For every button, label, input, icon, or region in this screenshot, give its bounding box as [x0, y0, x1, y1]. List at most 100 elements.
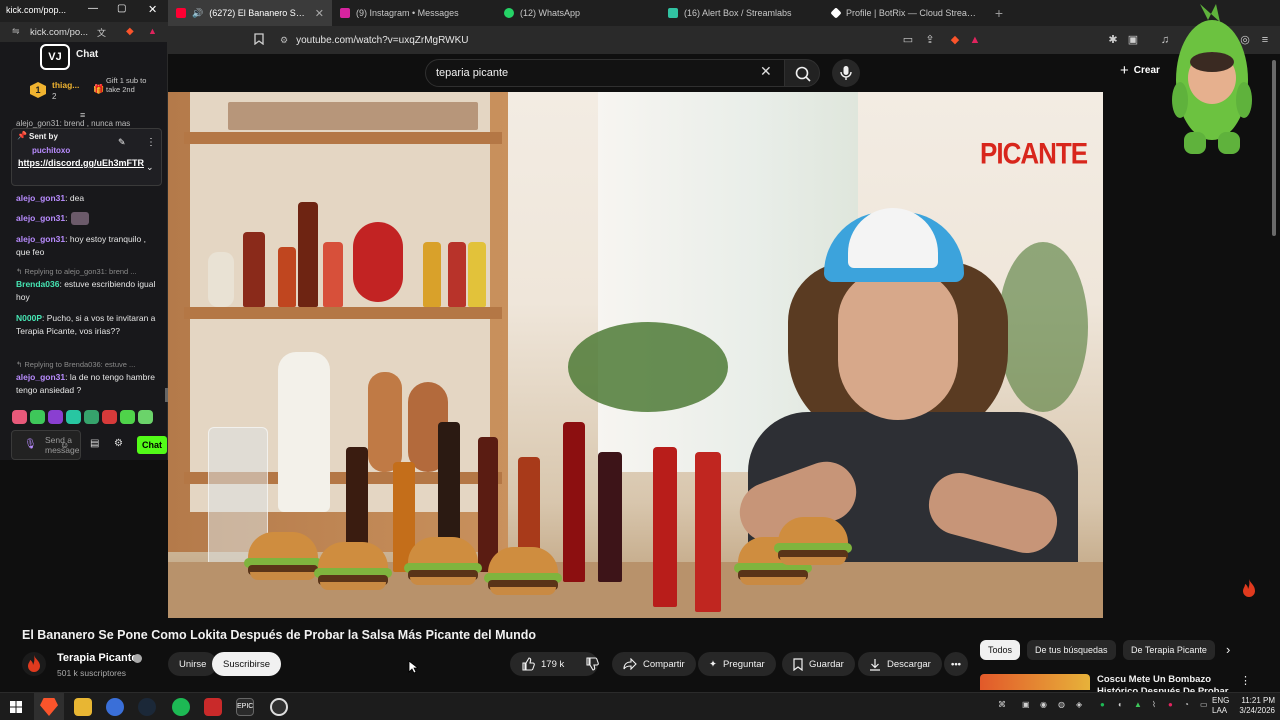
maximize-icon[interactable]: ▢	[117, 3, 126, 14]
menu-icon[interactable]: ≡	[1258, 33, 1272, 47]
close-tab-icon[interactable]: ✕	[315, 7, 324, 20]
chat-scrollbar[interactable]	[165, 388, 168, 402]
brave-shield-icon[interactable]: ◆	[948, 33, 962, 47]
chat-username[interactable]: alejo_gon31	[16, 193, 65, 203]
emoji-picker-icon[interactable]: ☺	[60, 440, 69, 450]
spotify-icon[interactable]	[172, 698, 190, 716]
extensions-icon[interactable]: ✱	[1106, 33, 1120, 47]
close-window-icon[interactable]: ✕	[148, 3, 157, 16]
emote-icon[interactable]	[66, 410, 81, 424]
chat-username[interactable]: N000P	[16, 313, 42, 323]
chat-username[interactable]: alejo_gon31	[16, 234, 65, 244]
clear-search-icon[interactable]: ✕	[760, 63, 772, 80]
translate-icon[interactable]: 文	[97, 26, 106, 39]
tab-botrix[interactable]: Profile | BotRix — Cloud Streaming B	[824, 0, 988, 26]
tray-app-icon[interactable]: ●	[1168, 700, 1173, 709]
brave-shield-icon[interactable]: ◆	[126, 26, 134, 37]
tray-app-icon[interactable]: ▣	[1022, 700, 1030, 709]
send-chat-button[interactable]: Chat	[137, 436, 167, 454]
emote-icon[interactable]	[48, 410, 63, 424]
chrome-icon[interactable]	[106, 698, 124, 716]
file-explorer-icon[interactable]	[74, 698, 92, 716]
new-tab-button[interactable]: +	[988, 5, 1010, 21]
tab-instagram[interactable]: (9) Instagram • Messages	[332, 0, 496, 26]
share-button[interactable]: Compartir	[612, 652, 696, 676]
recommended-thumbnail[interactable]	[980, 674, 1090, 690]
ask-button[interactable]: ✦ Preguntar	[698, 652, 776, 676]
tray-app-icon[interactable]: ◍	[1058, 700, 1065, 709]
pin-action-icon[interactable]: ✎	[118, 137, 126, 148]
tray-app-icon[interactable]: ◐	[1118, 700, 1123, 709]
address-bar[interactable]: ⚙ youtube.com/watch?v=uxqZrMgRWKU	[272, 29, 1032, 51]
network-icon[interactable]: ⌇	[1152, 700, 1156, 709]
share-icon[interactable]: ⇪	[923, 33, 937, 47]
battery-icon[interactable]: ▭	[1200, 700, 1208, 709]
obs-icon[interactable]	[270, 698, 288, 716]
chevron-right-icon[interactable]: ›	[1226, 642, 1230, 657]
taskbar-clock[interactable]: 11:21 PM 3/24/2026	[1237, 696, 1275, 716]
channel-name[interactable]: Terapia Picante	[57, 652, 138, 664]
emote-icon[interactable]	[102, 410, 117, 424]
tab-streamlabs[interactable]: (16) Alert Box / Streamlabs	[660, 0, 824, 26]
voice-search-button[interactable]	[832, 59, 860, 87]
bookmark-icon[interactable]	[252, 33, 266, 47]
search-input[interactable]: teparia picante	[425, 59, 791, 87]
join-button[interactable]: Unirse	[168, 652, 218, 676]
more-actions-button[interactable]: •••	[944, 652, 968, 676]
app-icon[interactable]	[204, 698, 222, 716]
speaker-icon[interactable]: 🔊	[192, 8, 203, 19]
spotify-tray-icon[interactable]: ●	[1100, 700, 1105, 709]
kick-address-bar[interactable]: ⇋ kick.com/po... 文 ◆ ▲	[0, 22, 168, 42]
minimize-icon[interactable]: —	[88, 3, 98, 14]
copilot-icon[interactable]: ⌘	[998, 700, 1006, 709]
chip-from-channel[interactable]: De Terapia Picante	[1123, 640, 1215, 660]
chevron-down-icon[interactable]: ⌄	[146, 162, 154, 173]
microphone-icon[interactable]: 🎙	[24, 439, 37, 450]
more-vertical-icon[interactable]: ⋮	[1240, 674, 1251, 687]
subscribe-button[interactable]: Suscribirse	[212, 652, 281, 676]
emote-icon[interactable]	[12, 410, 27, 424]
volume-icon[interactable]: ◔	[1184, 700, 1189, 709]
tray-app-icon[interactable]: ▲	[1134, 700, 1142, 709]
tab-whatsapp[interactable]: (12) WhatsApp	[496, 0, 660, 26]
chat-username[interactable]: alejo_gon31	[16, 213, 65, 223]
emote-icon[interactable]	[138, 410, 153, 424]
search-button[interactable]	[784, 59, 820, 87]
channel-avatar[interactable]	[22, 652, 46, 676]
emote-icon[interactable]	[120, 410, 135, 424]
language-indicator[interactable]: ENG LAA	[1212, 696, 1229, 716]
emote-icon[interactable]	[84, 410, 99, 424]
kick-channel-logo[interactable]: VJ	[40, 44, 70, 70]
emote-icon[interactable]	[30, 410, 45, 424]
create-button[interactable]: + Crear	[1120, 62, 1160, 79]
tray-app-icon[interactable]: ◈	[1076, 700, 1082, 709]
pinned-link[interactable]: https://discord.gg/uEh3mFTR	[18, 157, 144, 169]
tray-app-icon[interactable]: ◉	[1040, 700, 1047, 709]
more-vertical-icon[interactable]: ⋮	[146, 137, 156, 148]
pinned-user: puchitoxo	[32, 146, 71, 155]
cast-icon[interactable]: ▭	[901, 33, 915, 47]
save-button[interactable]: Guardar	[782, 652, 855, 676]
video-player[interactable]: PICANTE	[168, 92, 1103, 618]
settings-gear-icon[interactable]: ⚙	[114, 438, 123, 449]
sidebar-icon[interactable]: ▣	[1126, 33, 1140, 47]
epic-games-icon[interactable]: EPIC	[236, 698, 254, 716]
chip-all[interactable]: Todos	[980, 640, 1021, 660]
store-icon[interactable]: ▤	[90, 438, 99, 449]
dislike-button[interactable]	[578, 652, 606, 676]
chat-input[interactable]: 🎙 Send a message ☺	[11, 430, 81, 460]
tab-youtube[interactable]: 🔊 (6272) El Bananero Se Pone C ✕	[168, 0, 332, 26]
chat-username[interactable]: alejo_gon31	[16, 372, 65, 382]
site-info-icon[interactable]: ⚙	[280, 35, 288, 46]
windows-start-icon[interactable]	[10, 701, 22, 713]
chip-from-searches[interactable]: De tus búsquedas	[1027, 640, 1116, 660]
scrollbar[interactable]	[1272, 60, 1276, 236]
download-button[interactable]: Descargar	[858, 652, 942, 676]
fire-icon	[1243, 579, 1255, 597]
gift-sub-prompt[interactable]: Gift 1 sub to take 2nd	[106, 76, 152, 94]
chat-username[interactable]: Brenda036	[16, 279, 59, 289]
brave-rewards-icon[interactable]: ▲	[968, 33, 982, 47]
brave-rewards-icon[interactable]: ▲	[148, 26, 157, 36]
steam-icon[interactable]	[138, 698, 156, 716]
video-side-area	[1103, 92, 1280, 618]
